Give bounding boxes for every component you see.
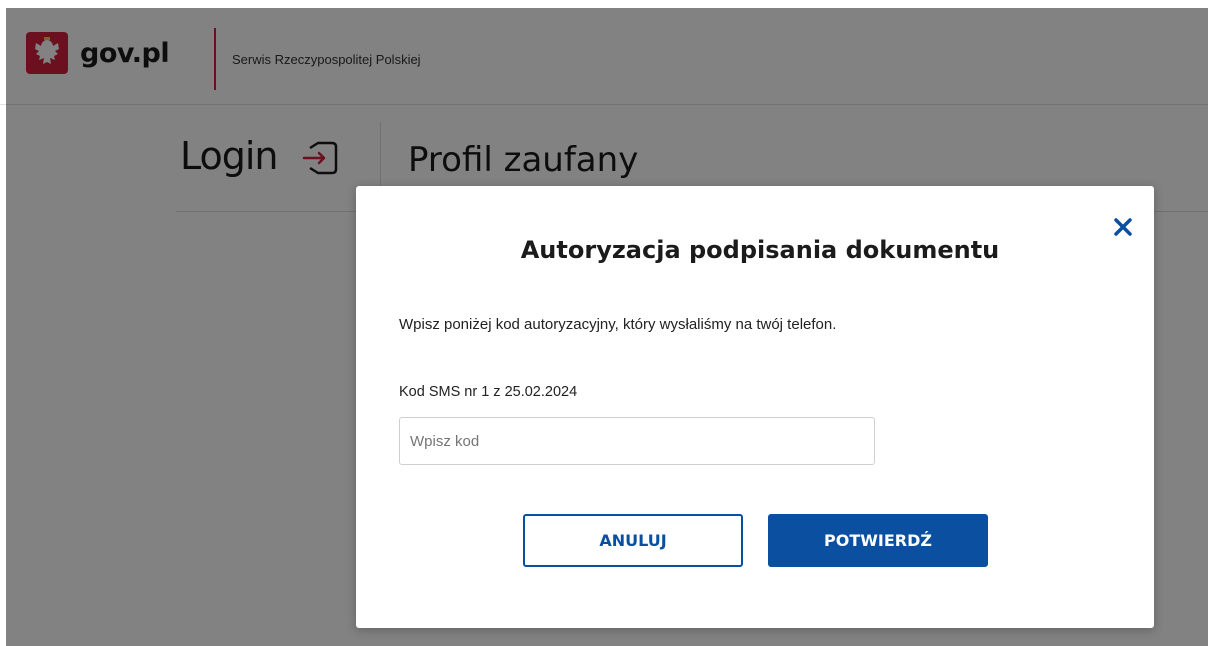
confirm-button[interactable]: POTWIERDŹ: [768, 514, 988, 567]
dialog-description: Wpisz poniżej kod autoryzacyjny, który w…: [399, 316, 837, 333]
sms-code-input[interactable]: [399, 417, 875, 465]
sms-code-label: Kod SMS nr 1 z 25.02.2024: [399, 384, 578, 400]
dialog-title: Autoryzacja podpisania dokumentu: [520, 236, 1000, 264]
authorization-dialog: Autoryzacja podpisania dokumentu Wpisz p…: [356, 186, 1154, 628]
cancel-button[interactable]: ANULUJ: [523, 514, 743, 567]
